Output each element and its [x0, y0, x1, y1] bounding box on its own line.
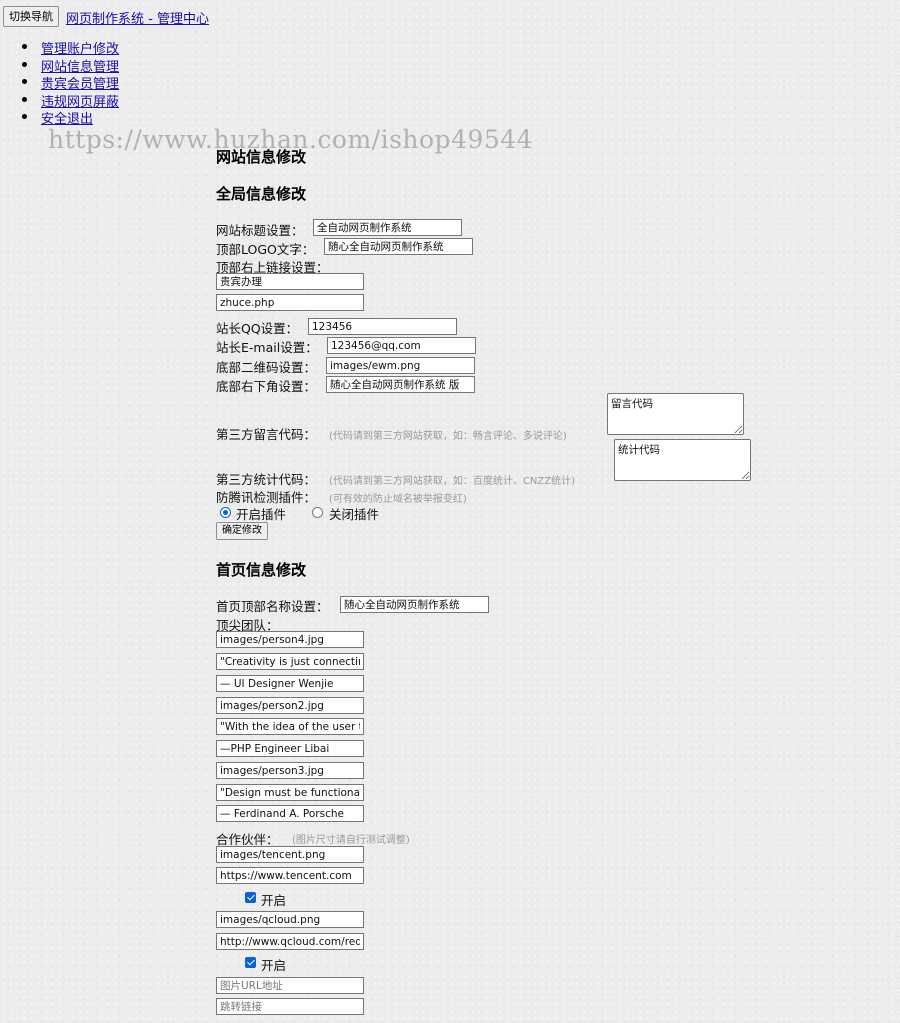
nav-item-site-info: 网站信息管理: [0, 56, 119, 75]
qq-input[interactable]: [308, 318, 457, 335]
nav-item-logout: 安全退出: [0, 108, 119, 127]
partner-2-enable-checkbox[interactable]: [245, 957, 256, 968]
partner-2-image-input[interactable]: [216, 911, 364, 928]
team-field-3[interactable]: [216, 675, 364, 692]
team-field-7[interactable]: [216, 762, 364, 779]
team-field-8[interactable]: [216, 784, 364, 801]
toggle-nav-button[interactable]: 切换导航: [3, 6, 59, 27]
partners-hint: (图片尺寸请自行测试调整): [292, 835, 410, 846]
qrcode-input[interactable]: [326, 357, 475, 374]
partner-1-image-input[interactable]: [216, 846, 364, 863]
top-link-1-input[interactable]: [216, 273, 364, 290]
top-link-2-input[interactable]: [216, 294, 364, 311]
partner-2-url-input[interactable]: [216, 933, 364, 950]
partner-1-enable-label[interactable]: 开启: [261, 890, 286, 909]
nav-item-vip: 贵宾会员管理: [0, 73, 119, 92]
team-field-5[interactable]: [216, 718, 364, 735]
email-input[interactable]: [327, 337, 476, 354]
partner-1-url-input[interactable]: [216, 867, 364, 884]
global-section-heading: 全局信息修改: [216, 185, 307, 203]
stats-code-textarea[interactable]: 统计代码: [614, 439, 751, 481]
submit-global-button[interactable]: 确定修改: [216, 522, 268, 540]
partner-3-url-input[interactable]: [216, 998, 364, 1015]
partner-3-image-input[interactable]: [216, 977, 364, 994]
home-top-name-input[interactable]: [340, 596, 489, 613]
footer-text-label: 底部右下角设置：: [216, 379, 317, 394]
site-title-label: 网站标题设置：: [216, 223, 304, 238]
logo-text-input[interactable]: [324, 238, 473, 255]
home-top-name-label: 首页顶部名称设置：: [216, 599, 329, 614]
team-field-6[interactable]: [216, 740, 364, 757]
qq-label: 站长QQ设置：: [216, 321, 299, 336]
comment-code-hint: (代码请到第三方网站获取，如：畅言评论、多说评论): [329, 431, 567, 442]
admin-nav: 管理账户修改 网站信息管理 贵宾会员管理 违规网页屏蔽 安全退出: [0, 38, 119, 127]
team-field-9[interactable]: [216, 805, 364, 822]
plugin-on-label[interactable]: 开启插件: [236, 504, 286, 523]
home-section-heading: 首页信息修改: [216, 561, 307, 579]
team-field-2[interactable]: [216, 653, 364, 670]
stats-code-hint: (代码请到第三方网站获取，如：百度统计、CNZZ统计): [329, 476, 575, 487]
nav-item-account: 管理账户修改: [0, 38, 119, 57]
site-title-link[interactable]: 网页制作系统 - 管理中心: [66, 8, 209, 27]
stats-code-label: 第三方统计代码：: [216, 472, 317, 487]
email-label: 站长E-mail设置：: [216, 340, 318, 355]
comment-code-label: 第三方留言代码：: [216, 427, 317, 442]
anti-detect-hint: (可有效的防止域名被举报变红): [329, 494, 467, 505]
qrcode-label: 底部二维码设置：: [216, 360, 317, 375]
footer-text-input[interactable]: [326, 376, 475, 393]
page-title: 网站信息修改: [216, 148, 307, 166]
plugin-on-radio[interactable]: [220, 507, 231, 518]
partner-2-enable-label[interactable]: 开启: [261, 955, 286, 974]
site-title-input[interactable]: [313, 219, 462, 236]
logo-text-label: 顶部LOGO文字：: [216, 242, 315, 257]
partner-1-enable-checkbox[interactable]: [245, 892, 256, 903]
plugin-off-label[interactable]: 关闭插件: [329, 504, 379, 523]
team-field-4[interactable]: [216, 697, 364, 714]
plugin-off-radio[interactable]: [312, 507, 323, 518]
comment-code-textarea[interactable]: 留言代码: [607, 393, 744, 435]
team-field-1[interactable]: [216, 631, 364, 648]
nav-item-block: 违规网页屏蔽: [0, 91, 119, 110]
